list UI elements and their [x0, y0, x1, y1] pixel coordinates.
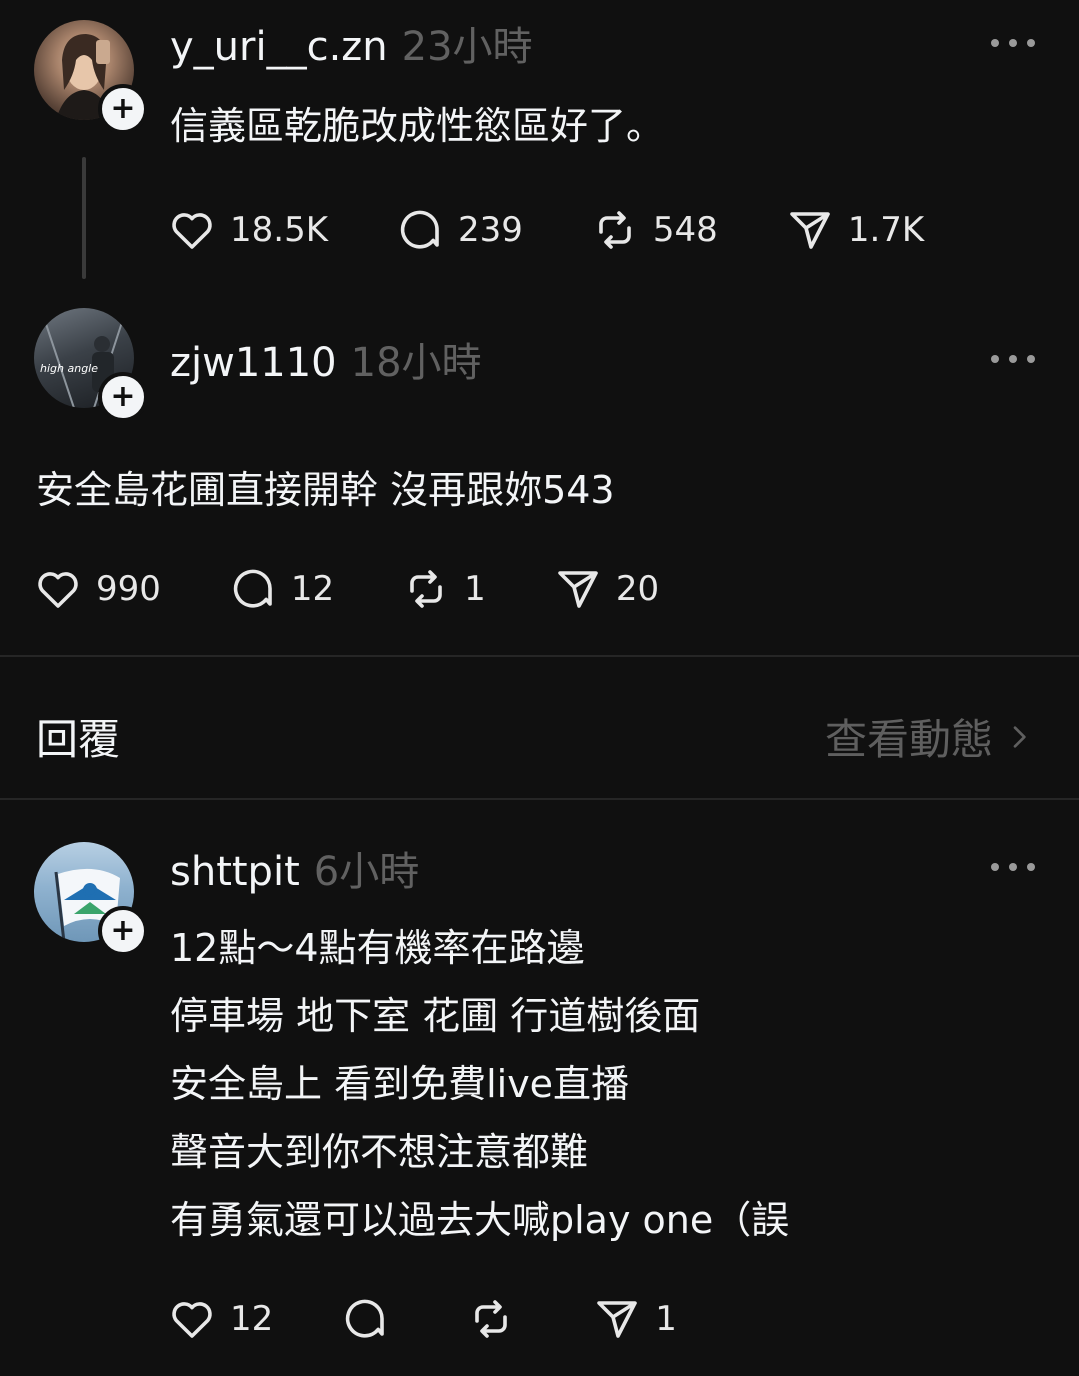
send-icon — [597, 1301, 638, 1338]
send-icon — [558, 571, 598, 608]
follow-plus-icon[interactable]: + — [98, 84, 148, 134]
share-button[interactable]: 1 — [593, 1295, 677, 1343]
heart-icon — [172, 213, 212, 249]
post-text-line: 信義區乾脆改成性慾區好了。 — [170, 104, 665, 148]
comment-icon — [400, 210, 439, 249]
username[interactable]: shttpit — [170, 849, 300, 895]
repost-count: 1 — [464, 569, 486, 609]
like-count: 990 — [96, 569, 161, 609]
post-text-line: 停車場 地下室 花圃 行道樹後面 — [170, 994, 701, 1038]
share-count: 1.7K — [847, 210, 925, 250]
post-text-line: 安全島上 看到免費live直播 — [170, 1062, 630, 1106]
repost-count: 548 — [652, 210, 718, 250]
thread-line — [82, 157, 86, 279]
post-text-line: 聲音大到你不想注意都難 — [170, 1130, 589, 1174]
follow-plus-icon[interactable]: + — [98, 906, 148, 956]
post-actions: 18.5K 239 548 1.7K — [168, 205, 924, 255]
view-activity-label: 查看動態 — [824, 715, 993, 764]
divider — [0, 798, 1079, 800]
repost-button[interactable] — [467, 1295, 529, 1343]
repost-button[interactable]: 1 — [402, 565, 486, 613]
more-options-icon[interactable] — [991, 38, 1035, 48]
share-button[interactable]: 1.7K — [786, 206, 924, 254]
heart-icon — [172, 1302, 212, 1338]
follow-plus-icon[interactable]: + — [98, 372, 148, 422]
comment-button[interactable]: 239 — [396, 206, 523, 254]
post-text-line: 有勇氣還可以過去大喊play one（誤 — [170, 1198, 790, 1242]
post-text-line: 12點～4點有機率在路邊 — [170, 926, 585, 970]
replies-header: 回覆 查看動態 — [0, 660, 1079, 800]
like-button[interactable]: 18.5K — [168, 206, 328, 254]
post-time: 6小時 — [313, 849, 420, 895]
post-time: 23小時 — [401, 24, 533, 70]
comment-count: 239 — [458, 210, 523, 250]
repost-icon — [475, 1300, 508, 1338]
heart-icon — [38, 572, 78, 608]
post-text: 信義區乾脆改成性慾區好了。 — [170, 92, 664, 160]
like-count: 12 — [230, 1299, 274, 1339]
like-button[interactable]: 12 — [168, 1295, 273, 1343]
share-count: 20 — [615, 569, 660, 609]
post-author[interactable]: y_uri__c.zn 23小時 — [170, 22, 533, 72]
replies-title: 回覆 — [36, 715, 121, 764]
avatar-caption: high angle — [40, 362, 98, 375]
repost-icon — [410, 570, 442, 608]
post-actions: 990 12 1 20 — [34, 564, 659, 614]
chevron-right-icon — [1013, 725, 1026, 748]
post-time: 18小時 — [350, 340, 482, 386]
share-button[interactable]: 20 — [554, 565, 659, 613]
comment-count: 12 — [290, 569, 335, 609]
like-button[interactable]: 990 — [34, 565, 161, 613]
post-text: 12點～4點有機率在路邊 停車場 地下室 花圃 行道樹後面 安全島上 看到免費l… — [170, 914, 789, 1254]
post-text: 安全島花圃直接開幹 沒再跟妳543 — [36, 456, 615, 524]
more-options-icon[interactable] — [991, 862, 1035, 872]
post-actions: 12 1 — [168, 1294, 677, 1344]
share-count: 1 — [655, 1299, 677, 1339]
comment-button[interactable]: 12 — [229, 565, 334, 613]
more-options-icon[interactable] — [991, 354, 1035, 364]
username[interactable]: y_uri__c.zn — [170, 24, 388, 70]
post-author[interactable]: zjw1110 18小時 — [170, 338, 482, 388]
repost-button[interactable]: 548 — [591, 206, 718, 254]
like-count: 18.5K — [230, 210, 328, 250]
divider — [0, 655, 1079, 657]
send-icon — [790, 212, 830, 249]
post-text-line: 安全島花圃直接開幹 沒再跟妳543 — [36, 468, 615, 512]
view-activity-link[interactable]: 查看動態 — [825, 706, 1035, 767]
comment-icon — [346, 1299, 385, 1338]
repost-icon — [599, 211, 631, 249]
comment-button[interactable] — [341, 1295, 403, 1343]
post-author[interactable]: shttpit 6小時 — [170, 847, 419, 897]
username[interactable]: zjw1110 — [170, 340, 337, 386]
comment-icon — [233, 569, 272, 608]
